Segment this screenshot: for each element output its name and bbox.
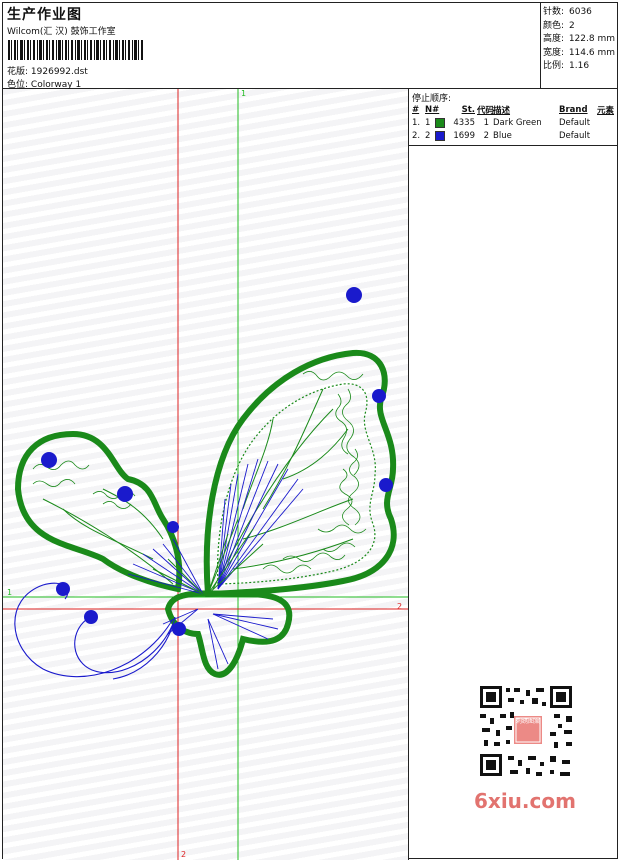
embroidery-preview	[3, 89, 408, 860]
design-filename: 1926992.dst	[30, 67, 88, 77]
stat-stitches: 针数: 6036	[543, 7, 592, 17]
header-info: 生产作业图 Wilcom(汇 汉) 鼓饰工作室 花版: 1926992.dst …	[3, 3, 541, 90]
blue-tendrils	[14, 582, 176, 680]
design-canvas: 1 1 2 2	[3, 89, 409, 860]
table-row: 2. 2 1699 2 Blue Default	[412, 130, 591, 141]
stat-height: 高度: 122.8 mm	[543, 34, 615, 44]
table-header: # N# St. 代码 描述 Brand 元素	[412, 104, 615, 116]
page-title: 生产作业图	[7, 7, 82, 23]
stat-colors: 颜色: 2	[543, 20, 575, 31]
wing-swirl-fill	[262, 371, 367, 574]
stat-scale: 比例: 1.16	[543, 61, 590, 71]
table-row: 1. 1 4335 1 Dark Green Default	[412, 117, 591, 128]
design-file: 花版: 1926992.dst	[7, 67, 88, 77]
stat-width: 宽度: 114.6 mm	[543, 47, 615, 58]
axis-label-red-bottom: 2	[181, 850, 187, 859]
axis-label-green-left: 1	[7, 588, 13, 597]
watermark-logo: 6xiu.com	[474, 789, 576, 813]
axis-label-green-top: 1	[241, 89, 247, 98]
stats-panel: 针数: 6036 颜色: 2 高度: 122.8 mm 宽度: 114.6 mm 比例:…	[541, 3, 617, 89]
studio-name: Wilcom(汇 汉) 鼓饰工作室	[7, 27, 116, 37]
axis-label-red-right: 2	[397, 602, 403, 611]
upper-wing-inner	[216, 383, 376, 585]
barcode	[8, 40, 143, 60]
lower-wing-outline	[164, 590, 293, 678]
stop-sequence-table: # N# St. 代码 描述 Brand 元素 1. 1 4335 1 Dark…	[409, 103, 617, 146]
qr-badge-text: 刺绣图案	[516, 718, 541, 725]
color-swatch-blue	[435, 130, 445, 141]
color-swatch-green	[435, 117, 445, 128]
qr-code	[470, 680, 582, 785]
